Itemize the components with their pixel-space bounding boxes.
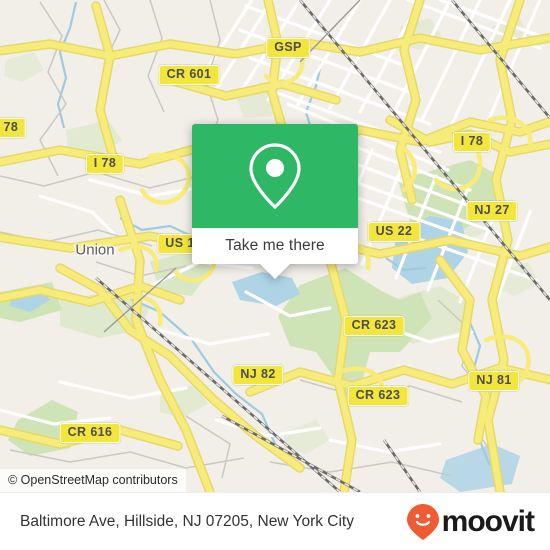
footer-bar: Baltimore Ave, Hillside, NJ 07205, New Y… — [0, 492, 550, 550]
road-shield-nj-27[interactable]: NJ 27 — [466, 201, 518, 221]
callout-pointer-tail — [260, 264, 290, 279]
address-label: Baltimore Ave, Hillside, NJ 07205, New Y… — [20, 513, 354, 530]
osm-attribution[interactable]: © OpenStreetMap contributors — [0, 469, 186, 492]
callout-pin-panel — [192, 124, 358, 228]
road-shield-cr-623-south[interactable]: CR 623 — [347, 386, 409, 406]
road-shield-i-78-center[interactable]: I 78 — [85, 154, 125, 174]
map-screenshot: Union GSP CR 601 I 78 I 78 I 78 NJ 27 US… — [0, 0, 550, 550]
place-label-union: Union — [75, 241, 115, 259]
road-shield-gsp[interactable]: GSP — [266, 38, 310, 58]
callout-action-label: Take me there — [225, 237, 325, 254]
location-pin-icon — [249, 143, 301, 210]
moovit-wordmark: moovit — [441, 505, 535, 538]
map-canvas[interactable]: Union GSP CR 601 I 78 I 78 I 78 NJ 27 US… — [0, 0, 550, 492]
road-shield-i-78-west[interactable]: I 78 — [0, 118, 27, 138]
moovit-pin-icon — [406, 504, 439, 540]
road-shield-cr-601[interactable]: CR 601 — [158, 65, 220, 85]
road-shield-i-78-east[interactable]: I 78 — [452, 132, 492, 152]
moovit-logo[interactable]: moovit — [406, 503, 535, 541]
road-shield-us-22[interactable]: US 22 — [367, 222, 421, 242]
road-shield-nj-82[interactable]: NJ 82 — [232, 365, 284, 385]
road-shield-cr-623-north[interactable]: CR 623 — [343, 316, 405, 336]
road-shield-cr-616[interactable]: CR 616 — [59, 423, 121, 443]
take-me-there-callout[interactable]: Take me there — [192, 124, 358, 279]
callout-action-bar[interactable]: Take me there — [192, 228, 358, 279]
road-shield-nj-81[interactable]: NJ 81 — [468, 371, 520, 391]
